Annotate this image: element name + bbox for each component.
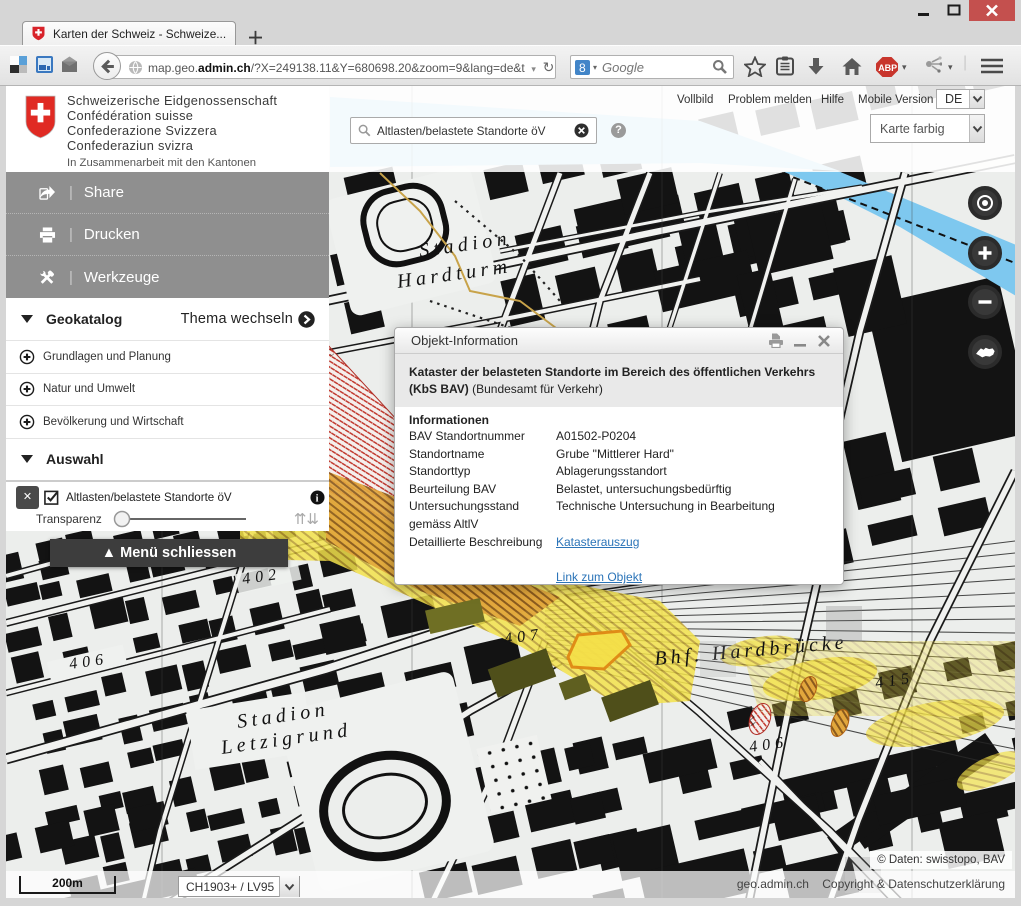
svg-text:ABP: ABP: [878, 63, 897, 73]
svg-text:i: i: [316, 493, 319, 504]
svg-text:8: 8: [579, 61, 586, 75]
